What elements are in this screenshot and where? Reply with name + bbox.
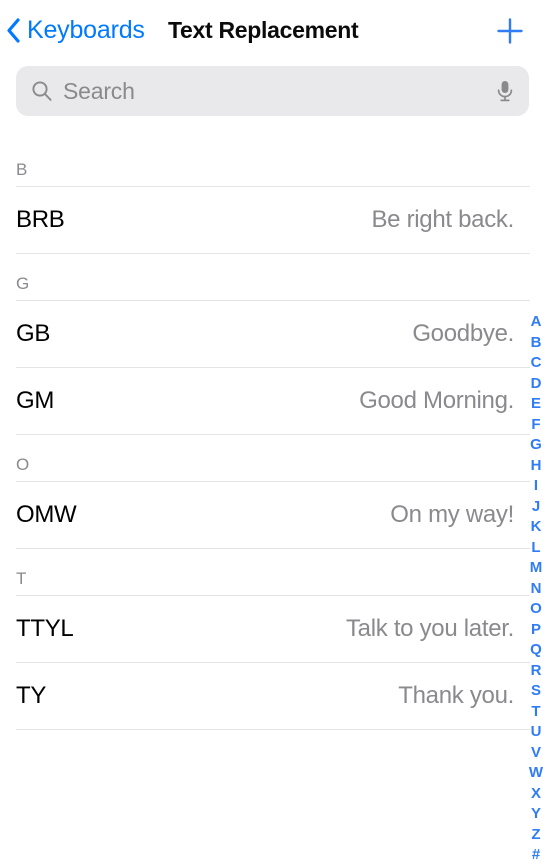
search-icon <box>32 81 52 101</box>
back-button-keyboards[interactable]: Keyboards <box>6 8 145 52</box>
index-letter-p[interactable]: P <box>531 620 541 641</box>
index-letter-q[interactable]: Q <box>530 640 542 661</box>
index-letter-d[interactable]: D <box>531 374 542 395</box>
index-letter-f[interactable]: F <box>531 415 540 436</box>
separator <box>16 729 530 730</box>
index-letter-r[interactable]: R <box>531 661 542 682</box>
index-letter-hash[interactable]: # <box>532 845 540 866</box>
back-button-label: Keyboards <box>27 15 145 44</box>
table-row[interactable]: TTYL Talk to you later. <box>0 596 547 662</box>
search-field[interactable]: Search <box>16 66 529 116</box>
index-letter-n[interactable]: N <box>531 579 542 600</box>
section-header-b: B <box>0 140 547 186</box>
index-letter-c[interactable]: C <box>531 353 542 374</box>
row-shortcut: OMW <box>16 501 77 528</box>
index-letter-k[interactable]: K <box>531 517 542 538</box>
row-shortcut: TY <box>16 682 47 709</box>
index-letter-e[interactable]: E <box>531 394 541 415</box>
row-phrase: Talk to you later. <box>345 615 514 642</box>
row-phrase: Be right back. <box>371 206 514 233</box>
index-letter-h[interactable]: H <box>531 456 542 477</box>
table-row[interactable]: GB Goodbye. <box>0 301 547 367</box>
plus-icon <box>497 18 523 44</box>
index-letter-v[interactable]: V <box>531 743 541 764</box>
index-letter-i[interactable]: I <box>534 476 538 497</box>
index-letter-u[interactable]: U <box>531 722 542 743</box>
row-phrase: On my way! <box>390 501 514 528</box>
alphabet-index-bar[interactable]: A B C D E F G H I J K L M N O P Q R S T U V W X Y Z # <box>525 312 547 866</box>
table-row[interactable]: OMW On my way! <box>0 482 547 548</box>
index-letter-s[interactable]: S <box>531 681 541 702</box>
table-row[interactable]: TY Thank you. <box>0 663 547 729</box>
index-letter-t[interactable]: T <box>531 702 540 723</box>
navigation-bar: Keyboards Text Replacement <box>0 0 547 62</box>
index-letter-b[interactable]: B <box>531 333 542 354</box>
index-letter-l[interactable]: L <box>531 538 540 559</box>
row-phrase: Goodbye. <box>412 320 514 347</box>
microphone-icon[interactable] <box>495 79 515 103</box>
text-replacement-list: B BRB Be right back. G GB Goodbye. GM Go… <box>0 140 547 730</box>
table-row[interactable]: BRB Be right back. <box>0 187 547 253</box>
table-row[interactable]: GM Good Morning. <box>0 368 547 434</box>
add-text-replacement-button[interactable] <box>489 10 531 52</box>
index-letter-z[interactable]: Z <box>531 825 540 846</box>
index-letter-g[interactable]: G <box>530 435 542 456</box>
row-phrase: Thank you. <box>398 682 514 709</box>
search-bar[interactable]: Search <box>16 66 529 116</box>
page-title: Text Replacement <box>168 17 359 43</box>
row-shortcut: TTYL <box>16 615 74 642</box>
row-shortcut: BRB <box>16 206 65 233</box>
index-letter-x[interactable]: X <box>531 784 541 805</box>
row-phrase: Good Morning. <box>359 387 514 414</box>
chevron-left-icon <box>7 17 20 43</box>
index-letter-w[interactable]: W <box>529 763 543 784</box>
row-shortcut: GM <box>16 387 55 414</box>
section-header-t: T <box>0 549 547 595</box>
index-letter-y[interactable]: Y <box>531 804 541 825</box>
index-letter-j[interactable]: J <box>532 497 540 518</box>
index-letter-o[interactable]: O <box>530 599 542 620</box>
search-input[interactable]: Search <box>63 78 495 105</box>
section-header-o: O <box>0 435 547 481</box>
section-header-g: G <box>0 254 547 300</box>
row-shortcut: GB <box>16 320 51 347</box>
index-letter-a[interactable]: A <box>531 312 542 333</box>
index-letter-m[interactable]: M <box>530 558 543 579</box>
